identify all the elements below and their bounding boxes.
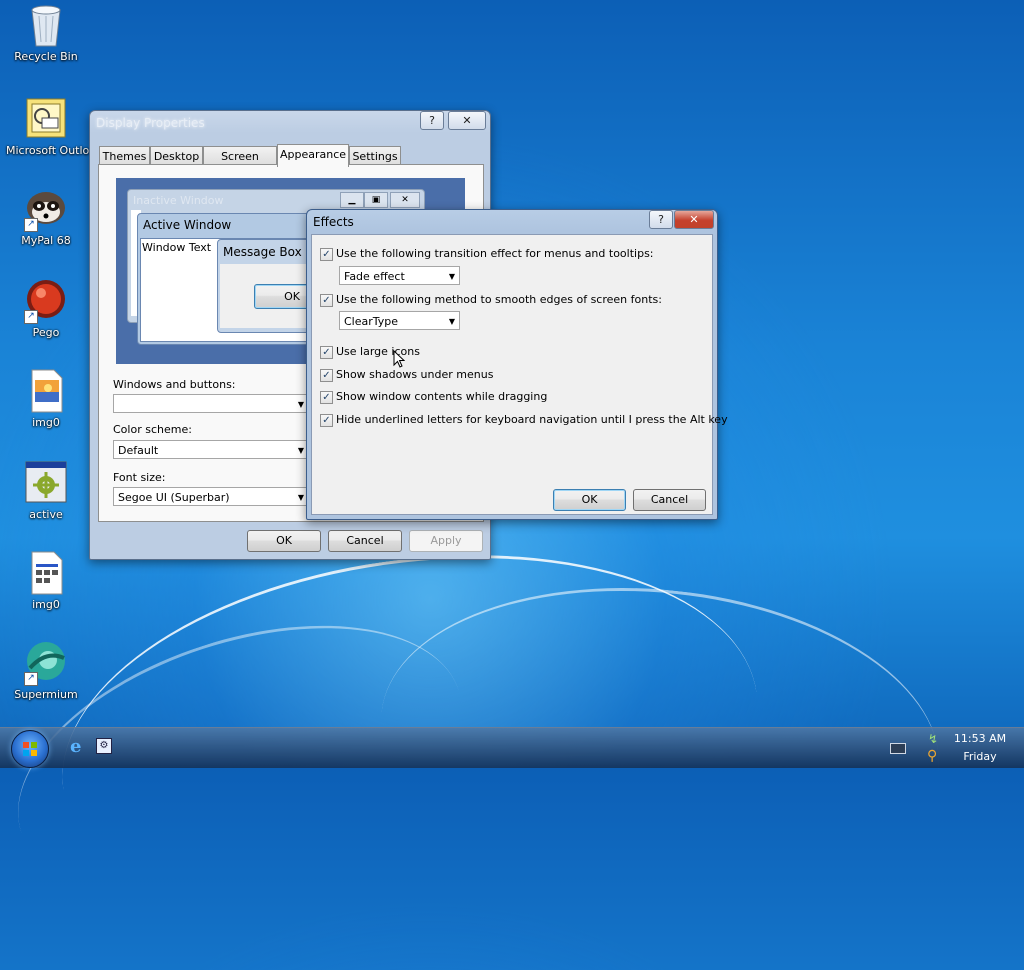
hide-underlined-letters-checkbox[interactable]: ✓: [320, 414, 333, 427]
dialog-title: Effects: [313, 215, 354, 229]
font-size-label: Font size:: [113, 471, 166, 484]
preview-window-text: Window Text: [142, 241, 212, 254]
shortcut-arrow-icon: ↗: [24, 672, 38, 686]
keyboard-icon[interactable]: [890, 743, 906, 754]
desktop-icon-recycle-bin[interactable]: Recycle Bin: [6, 2, 86, 63]
network-icon[interactable]: ↯: [928, 732, 938, 746]
hide-underlined-letters-label: Hide underlined letters for keyboard nav…: [336, 413, 728, 426]
transition-effect-select[interactable]: Fade effect ▼: [339, 266, 460, 285]
ok-button[interactable]: OK: [553, 489, 626, 511]
windows-and-buttons-label: Windows and buttons:: [113, 378, 236, 391]
preview-maximize-icon: ▣: [364, 192, 388, 208]
preview-minimize-icon: ▁: [340, 192, 364, 208]
transition-effect-label: Use the following transition effect for …: [336, 247, 654, 260]
desktop-icon-label: MyPal 68: [21, 234, 71, 247]
color-scheme-select[interactable]: Default ▼: [113, 440, 309, 459]
desktop-icon-outlook[interactable]: Microsoft Outlook: [6, 96, 103, 157]
apply-button[interactable]: Apply: [409, 530, 483, 552]
desktop-icon-pego[interactable]: ↗ Pego: [6, 278, 86, 339]
clock-day[interactable]: Friday: [950, 750, 1010, 763]
menu-shadows-label: Show shadows under menus: [336, 368, 494, 381]
desktop-icon-label: Microsoft Outlook: [6, 144, 103, 157]
desktop-icon-label: img0: [32, 598, 60, 611]
tab-appearance[interactable]: Appearance: [277, 144, 349, 167]
desktop-icon-active[interactable]: active: [6, 460, 86, 521]
help-button[interactable]: ?: [420, 111, 444, 130]
smooth-edges-select[interactable]: ClearType ▼: [339, 311, 460, 330]
font-size-select[interactable]: Segoe UI (Superbar) ▼: [113, 487, 309, 506]
recycle-bin-icon: [24, 2, 68, 48]
desktop-icon-supermium[interactable]: ↗ Supermium: [6, 640, 86, 701]
clock-time[interactable]: 11:53 AM: [950, 732, 1010, 745]
preview-active-title: Active Window: [143, 218, 232, 232]
ok-button[interactable]: OK: [247, 530, 321, 552]
desktop-icon-label: Supermium: [14, 688, 78, 701]
large-icons-label: Use large icons: [336, 345, 420, 358]
preview-inactive-title: Inactive Window: [133, 194, 224, 207]
internet-explorer-icon[interactable]: e: [70, 738, 88, 756]
titlebar[interactable]: Effects ? ✕: [307, 210, 717, 232]
desktop-icon-label: Recycle Bin: [14, 50, 78, 63]
desktop-icon-label: active: [29, 508, 63, 521]
tab-themes[interactable]: Themes: [99, 146, 150, 166]
shortcut-arrow-icon: ↗: [24, 218, 38, 232]
chevron-down-icon: ▼: [297, 400, 304, 409]
window-contents-dragging-checkbox[interactable]: ✓: [320, 391, 333, 404]
effects-dialog: Effects ? ✕ ✓ Use the following transiti…: [306, 209, 728, 520]
mouse-pointer-icon: [393, 350, 405, 368]
supermium-icon: ↗: [24, 640, 68, 686]
close-button[interactable]: ✕: [674, 210, 714, 229]
menu-shadows-checkbox[interactable]: ✓: [320, 369, 333, 382]
quick-launch-app-icon[interactable]: ⚙: [96, 738, 112, 754]
smooth-edges-label: Use the following method to smooth edges…: [336, 293, 662, 306]
desktop-icon-label: Pego: [32, 326, 60, 339]
tab-settings[interactable]: Settings: [349, 146, 401, 166]
shortcut-arrow-icon: ↗: [24, 310, 38, 324]
mypal-icon: ↗: [24, 186, 68, 232]
chevron-down-icon: ▼: [448, 272, 455, 281]
tab-strip: Themes Desktop Screen Saver Appearance S…: [99, 144, 479, 182]
image-file-icon: [24, 368, 68, 414]
preview-message-box-title: Message Box: [223, 245, 302, 259]
desktop-icon-img0[interactable]: img0: [6, 368, 86, 429]
tab-screen-saver[interactable]: Screen Saver: [203, 146, 277, 182]
preview-close-icon: ✕: [390, 192, 420, 208]
start-button[interactable]: [11, 730, 49, 768]
dialog-body: ✓ Use the following transition effect fo…: [311, 234, 728, 515]
large-icons-checkbox[interactable]: ✓: [320, 346, 333, 359]
color-scheme-label: Color scheme:: [113, 423, 192, 436]
desktop-icon-mypal[interactable]: ↗ MyPal 68: [6, 186, 86, 247]
smooth-edges-checkbox[interactable]: ✓: [320, 294, 333, 307]
chevron-down-icon: ▼: [297, 446, 304, 455]
taskbar: e ⚙ ↯ ⚲ 11:53 AM Friday: [0, 727, 1024, 768]
document-file-icon: [24, 550, 68, 596]
help-button[interactable]: ?: [649, 210, 673, 229]
search-icon[interactable]: ⚲: [927, 748, 937, 764]
cancel-button[interactable]: Cancel: [328, 530, 402, 552]
titlebar[interactable]: Display Properties ? ✕: [90, 111, 490, 133]
close-button[interactable]: ✕: [448, 111, 486, 130]
windows-logo-icon: [23, 742, 37, 756]
tab-desktop[interactable]: Desktop: [150, 146, 203, 166]
window-title: Display Properties: [96, 116, 205, 130]
chevron-down-icon: ▼: [297, 493, 304, 502]
transition-effect-checkbox[interactable]: ✓: [320, 248, 333, 261]
chevron-down-icon: ▼: [448, 317, 455, 326]
windows-and-buttons-select[interactable]: ▼: [113, 394, 309, 413]
application-icon: [24, 460, 68, 506]
window-contents-dragging-label: Show window contents while dragging: [336, 390, 548, 403]
desktop-icon-img0-2[interactable]: img0: [6, 550, 86, 611]
desktop-icon-label: img0: [32, 416, 60, 429]
outlook-icon: [24, 96, 68, 142]
pego-icon: ↗: [24, 278, 68, 324]
cancel-button[interactable]: Cancel: [633, 489, 706, 511]
